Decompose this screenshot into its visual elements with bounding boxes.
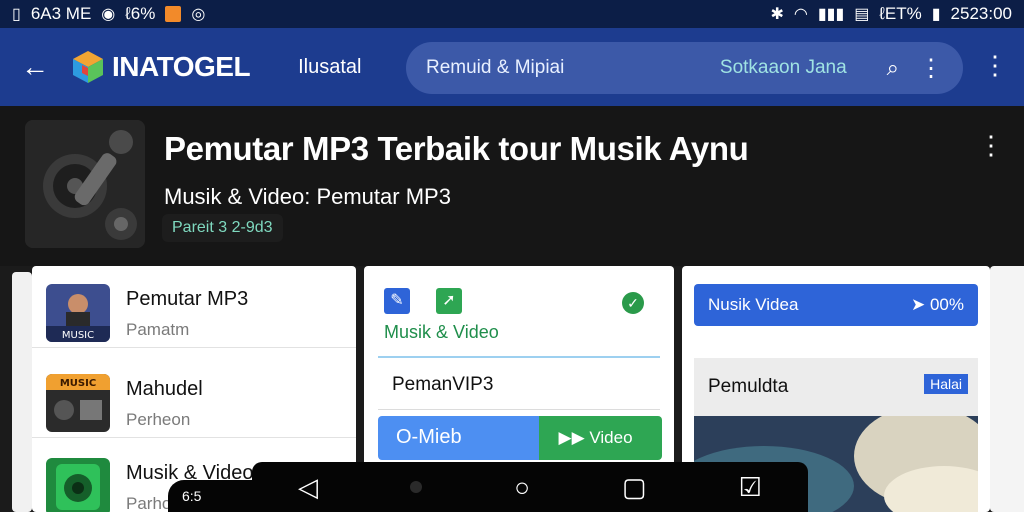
sim-icon: ▯ <box>12 6 21 23</box>
video-button[interactable]: ▶▶ Video <box>538 416 662 460</box>
clock: 2523:00 <box>950 4 1012 23</box>
app-header: Pemutar MP3 Terbaik tour Musik Aynu Musi… <box>0 106 1024 266</box>
recents-nav-icon[interactable]: ▢ <box>622 472 647 503</box>
action-buttons: O-Mieb ▶▶ Video <box>378 416 662 460</box>
status-battery-text: ℓ6% <box>125 4 156 23</box>
media-panel[interactable]: Pemuldta Halai <box>694 358 978 418</box>
app-notification-icon <box>165 6 182 22</box>
partial-card-right[interactable] <box>990 266 1024 512</box>
page-subtitle: Musik & Video: Pemutar MP3 <box>164 184 451 209</box>
list-item-subtitle: Pamatm <box>126 320 190 339</box>
screenshot-icon: ▤ <box>854 6 870 23</box>
page-title: Pemutar MP3 Terbaik tour Musik Aynu <box>164 130 749 167</box>
system-nav-bar: ◁ ○ ▢ ☑ <box>252 462 808 512</box>
overflow-menu-icon[interactable]: ⋮ <box>982 50 1008 81</box>
list-item[interactable]: MUSIC Mahudel Perheon <box>32 356 356 438</box>
media-progress-bar[interactable]: Nusik Videa ➤ 00% <box>694 284 978 326</box>
nav-left-chip: 6:5 <box>168 480 264 512</box>
hero-chip[interactable]: Pareit 3 2-9d3 <box>162 214 283 242</box>
media-bar-value-wrap: ➤ 00% <box>911 295 964 315</box>
share-icon[interactable]: ➚ <box>436 288 462 314</box>
media-bar-value: 00% <box>929 295 964 314</box>
speaker-icon <box>25 120 145 248</box>
status-bar: ▯ 6A3 ME ◉ ℓ6% ◎ ✱ ◠ ▮▮▮ ▤ ℓET% ▮ 2523:0… <box>0 0 1024 28</box>
edit-icon[interactable]: ✎ <box>384 288 410 314</box>
list-item-title: Mahudel <box>126 378 203 400</box>
back-arrow-icon[interactable]: ← <box>0 51 70 83</box>
media-panel-label: Pemuldta <box>708 376 789 397</box>
media-badge[interactable]: Halai <box>924 374 968 394</box>
back-nav-icon[interactable]: ◁ <box>298 472 318 503</box>
category-item[interactable]: PemanVIP3 <box>378 362 660 410</box>
svg-text:MUSIC: MUSIC <box>60 378 96 389</box>
list-item[interactable]: MUSIC Pemutar MP3 Pamatm <box>32 266 356 348</box>
signal-icon: ▮▮▮ <box>817 6 845 23</box>
album-thumbnail: MUSIC <box>46 284 110 342</box>
check-icon[interactable]: ✓ <box>622 292 644 314</box>
speaker-thumbnail <box>46 458 110 512</box>
home-nav-icon[interactable]: ○ <box>514 472 530 503</box>
radio-thumbnail: MUSIC <box>46 374 110 432</box>
status-left-text: 6A3 ME <box>30 4 92 23</box>
bluetooth-icon: ✱ <box>770 6 784 23</box>
fast-forward-icon: ➤ <box>911 295 930 314</box>
nav-link[interactable]: Ilusatal <box>298 56 361 79</box>
screenshot-nav-icon[interactable]: ☑ <box>739 472 762 503</box>
battery-icon: ▮ <box>931 6 941 23</box>
cube-logo-icon <box>73 51 103 83</box>
forward-icon: ▶▶ <box>558 428 590 447</box>
search-icon[interactable]: ⌕ <box>887 55 899 81</box>
app-bar: ← INATOGEL Ilusatal Remuid & Mipiai Sotk… <box>0 28 1024 106</box>
brand-name: INATOGEL <box>112 51 251 82</box>
wifi-icon: ◠ <box>793 6 808 23</box>
notification-icon: ◉ <box>101 6 116 23</box>
hero-more-icon[interactable]: ⋮ <box>978 130 1004 161</box>
partial-card-left[interactable] <box>12 272 32 512</box>
search-more-icon[interactable]: ⋮ <box>919 54 943 83</box>
search-bar[interactable]: Remuid & Mipiai Sotkaaon Jana ⌕ ⋮ <box>406 42 963 94</box>
sync-icon: ◎ <box>191 6 206 23</box>
video-button-label: Video <box>589 428 633 447</box>
sort-label[interactable]: Sotkaaon Jana <box>720 57 847 79</box>
media-bar-label: Nusik Videa <box>708 295 799 314</box>
divider <box>378 356 660 358</box>
play-button[interactable]: O-Mieb <box>378 416 539 460</box>
brand-logo[interactable]: INATOGEL <box>70 49 251 85</box>
category-label: Musik & Video <box>384 322 499 342</box>
search-input[interactable]: Remuid & Mipiai <box>426 57 720 79</box>
list-item-subtitle: Perheon <box>126 410 191 429</box>
list-item-title: Pemutar MP3 <box>126 288 249 310</box>
dot-icon <box>410 481 423 493</box>
status-right-text: ℓET% <box>879 4 922 23</box>
svg-text:MUSIC: MUSIC <box>62 330 94 341</box>
